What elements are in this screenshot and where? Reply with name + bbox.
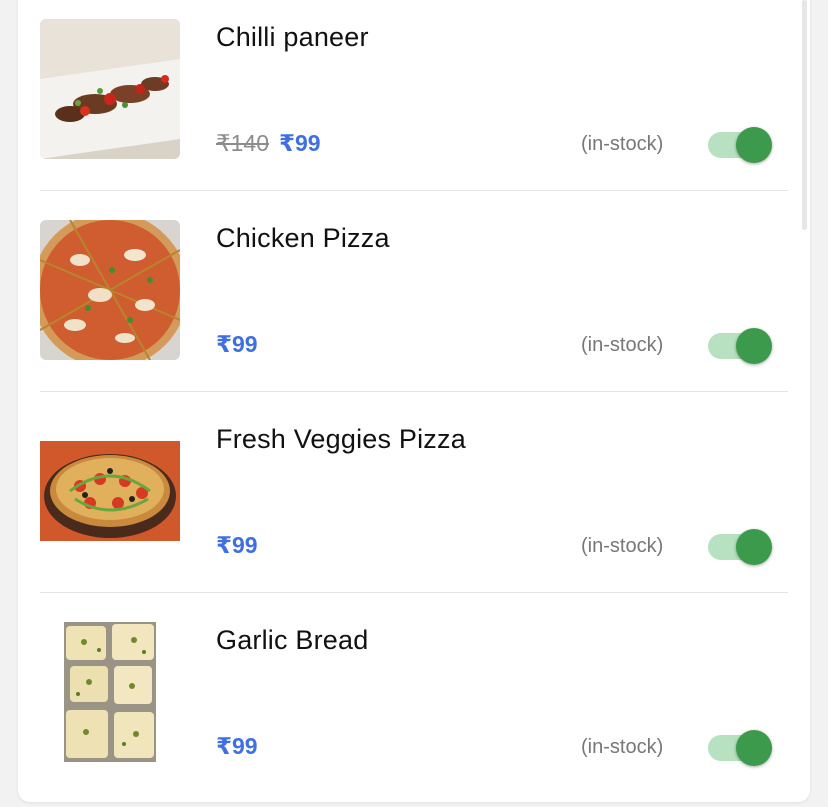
item-name: Garlic Bread — [216, 625, 369, 655]
stock-status: (in-stock) — [581, 133, 664, 155]
stock-status: (in-stock) — [581, 334, 664, 356]
availability-toggle[interactable] — [708, 127, 778, 163]
toggle-knob — [736, 127, 772, 163]
stock-status: (in-stock) — [581, 535, 664, 557]
menu-card: Chilli paneer ₹140 ₹99 (in-stock) Chicke… — [18, 0, 810, 802]
item-old-price: ₹140 — [216, 130, 270, 156]
toggle-knob — [736, 328, 772, 364]
menu-item-chilli-paneer: Chilli paneer ₹140 ₹99 (in-stock) — [40, 0, 788, 191]
availability-toggle[interactable] — [708, 328, 778, 364]
veggie-pizza-image — [40, 441, 180, 541]
item-price: ₹99 — [216, 331, 258, 357]
item-prices: ₹140 ₹99 — [216, 130, 321, 157]
chicken-pizza-image — [40, 220, 180, 360]
stock-status: (in-stock) — [581, 736, 664, 758]
menu-item-chicken-pizza: Chicken Pizza ₹99 (in-stock) — [40, 191, 788, 392]
menu-item-fresh-veggies-pizza: Fresh Veggies Pizza ₹99 (in-stock) — [40, 392, 788, 593]
garlic-bread-image — [64, 622, 156, 762]
item-price: ₹99 — [216, 532, 258, 558]
toggle-knob — [736, 730, 772, 766]
item-name: Fresh Veggies Pizza — [216, 424, 466, 454]
item-price: ₹99 — [216, 733, 258, 759]
item-name: Chilli paneer — [216, 22, 369, 52]
availability-toggle[interactable] — [708, 529, 778, 565]
menu-item-garlic-bread: Garlic Bread ₹99 (in-stock) — [40, 593, 788, 794]
scrollbar[interactable] — [802, 0, 807, 230]
item-prices: ₹99 — [216, 331, 258, 358]
item-prices: ₹99 — [216, 733, 258, 760]
item-name: Chicken Pizza — [216, 223, 390, 253]
item-price: ₹99 — [279, 130, 321, 156]
item-prices: ₹99 — [216, 532, 258, 559]
toggle-knob — [736, 529, 772, 565]
chilli-paneer-image — [40, 19, 180, 159]
availability-toggle[interactable] — [708, 730, 778, 766]
